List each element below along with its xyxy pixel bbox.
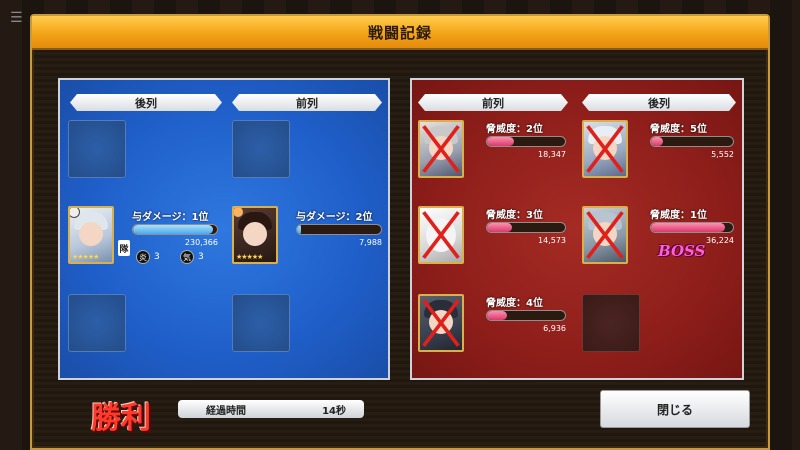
modal-header: 戦闘記録 — [32, 16, 768, 50]
battle-record-modal: 戦闘記録 後列 前列 ★★★★★ 隊 与ダメージ：1位 230,366 炎 3 … — [30, 14, 770, 450]
threat-value: 18,347 — [538, 150, 566, 159]
damage-gauge-fill — [133, 225, 213, 234]
enemy-tab-front-row: 前列 — [418, 94, 568, 111]
threat-gauge — [486, 222, 566, 233]
ally-slot-empty — [232, 120, 290, 178]
face — [243, 222, 267, 246]
damage-rank-label: 与ダメージ：2位 — [296, 212, 373, 223]
element-icon — [234, 208, 244, 218]
threat-gauge-fill — [651, 223, 725, 232]
enemy-unit-portrait[interactable] — [418, 120, 464, 178]
ally-unit-portrait[interactable]: ★★★★★ — [68, 206, 114, 264]
defeated-x-icon — [422, 125, 460, 173]
ally-team-panel: 後列 前列 ★★★★★ 隊 与ダメージ：1位 230,366 炎 3 気 3 ★… — [58, 78, 390, 380]
damage-value: 230,366 — [184, 238, 218, 247]
spirit-stat-icon: 気 — [180, 250, 194, 264]
defeated-x-icon — [422, 211, 460, 259]
spirit-stat-value: 3 — [198, 252, 204, 262]
ally-tab-front-row: 前列 — [232, 94, 382, 111]
threat-gauge-fill — [651, 137, 664, 146]
elapsed-time-bar: 経過時間 14秒 — [178, 400, 364, 418]
elapsed-time-value: 14秒 — [322, 405, 346, 417]
close-button[interactable]: 閉じる — [600, 390, 750, 428]
fire-stat-icon: 炎 — [136, 250, 150, 264]
enemy-unit-portrait[interactable] — [582, 120, 628, 178]
ally-slot-empty — [68, 294, 126, 352]
threat-gauge — [650, 136, 734, 147]
threat-gauge — [486, 310, 566, 321]
elapsed-time-label: 経過時間 — [206, 405, 246, 417]
modal-title: 戦闘記録 — [367, 23, 432, 42]
enemy-unit-portrait[interactable] — [418, 294, 464, 352]
enemy-unit-portrait[interactable] — [582, 206, 628, 264]
fire-stat-value: 3 — [154, 252, 160, 262]
damage-rank-label: 与ダメージ：1位 — [132, 212, 209, 223]
defeated-x-icon — [586, 125, 624, 173]
damage-gauge-fill — [297, 225, 302, 234]
element-icon — [70, 208, 80, 218]
threat-gauge-fill — [487, 311, 507, 320]
threat-value: 6,936 — [543, 324, 566, 333]
threat-rank-label: 脅威度：1位 — [650, 210, 707, 221]
threat-value: 5,552 — [711, 150, 734, 159]
enemy-unit-portrait[interactable] — [418, 206, 464, 264]
damage-value: 7,988 — [359, 238, 382, 247]
defeated-x-icon — [586, 211, 624, 259]
enemy-tab-back-row: 後列 — [582, 94, 736, 111]
enemy-team-panel: 前列 後列 脅威度：2位 18,347 脅威度：5位 5,552 脅威度：3位 … — [410, 78, 744, 380]
threat-rank-label: 脅威度：5位 — [650, 124, 707, 135]
victory-label: 勝利 — [91, 401, 151, 436]
threat-rank-label: 脅威度：3位 — [486, 210, 543, 221]
ally-tab-back-row: 後列 — [70, 94, 222, 111]
menu-icon[interactable]: ☰ — [10, 10, 26, 36]
rarity-stars: ★★★★★ — [72, 253, 99, 261]
threat-rank-label: 脅威度：2位 — [486, 124, 543, 135]
defeated-x-icon — [422, 299, 460, 347]
threat-gauge-fill — [487, 223, 512, 232]
threat-value: 14,573 — [538, 236, 566, 245]
damage-gauge — [132, 224, 218, 235]
boss-badge: BOSS — [658, 242, 706, 260]
threat-gauge — [650, 222, 734, 233]
ally-slot-empty — [68, 120, 126, 178]
enemy-slot-empty — [582, 294, 640, 352]
damage-gauge — [296, 224, 382, 235]
threat-rank-label: 脅威度：4位 — [486, 298, 543, 309]
threat-gauge-fill — [487, 137, 515, 146]
leader-badge: 隊 — [118, 240, 130, 256]
threat-gauge — [486, 136, 566, 147]
rarity-stars: ★★★★★ — [236, 253, 263, 261]
ally-slot-empty — [232, 294, 290, 352]
face — [79, 222, 103, 246]
ally-unit-portrait[interactable]: ★★★★★ — [232, 206, 278, 264]
